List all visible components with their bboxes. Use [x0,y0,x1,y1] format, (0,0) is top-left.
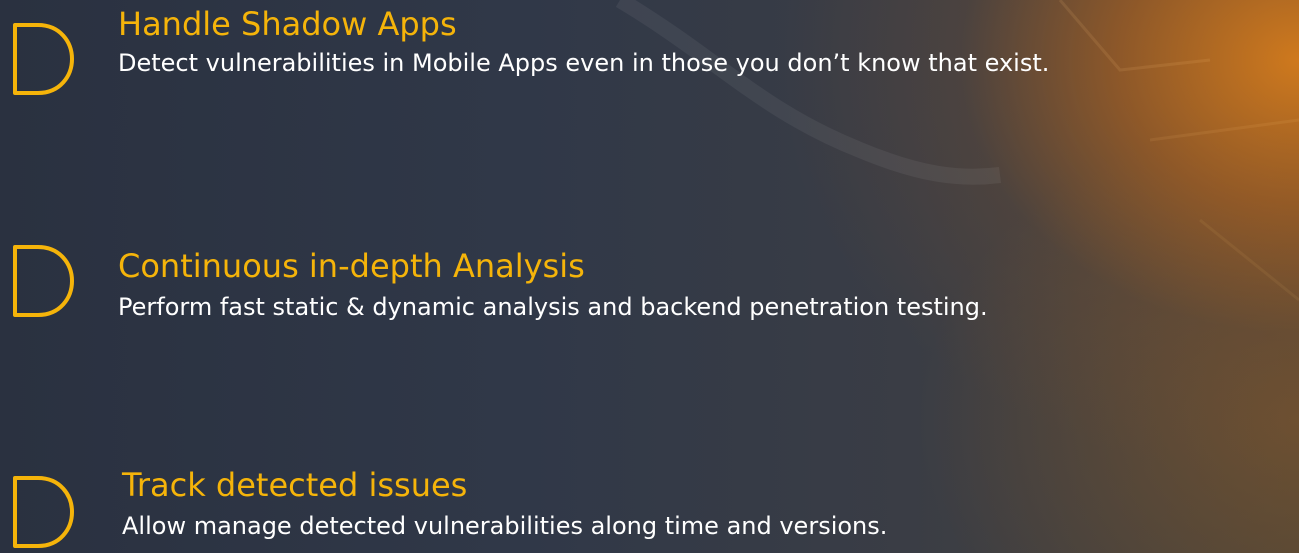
feature-title: Handle Shadow Apps [118,5,457,43]
feature-description: Allow manage detected vulnerabilities al… [122,512,888,540]
bracket-icon [13,23,74,95]
bracket-icon [13,476,74,548]
feature-title: Track detected issues [122,466,468,504]
feature-track-issues: Track detected issues Allow manage detec… [0,445,1299,548]
bracket-icon [13,245,74,317]
feature-continuous-analysis: Continuous in-depth Analysis Perform fas… [0,220,1299,321]
feature-description: Perform fast static & dynamic analysis a… [118,293,988,321]
feature-description: Detect vulnerabilities in Mobile Apps ev… [118,49,1050,77]
feature-handle-shadow-apps: Handle Shadow Apps Detect vulnerabilitie… [0,0,1299,95]
feature-title: Continuous in-depth Analysis [118,247,585,285]
